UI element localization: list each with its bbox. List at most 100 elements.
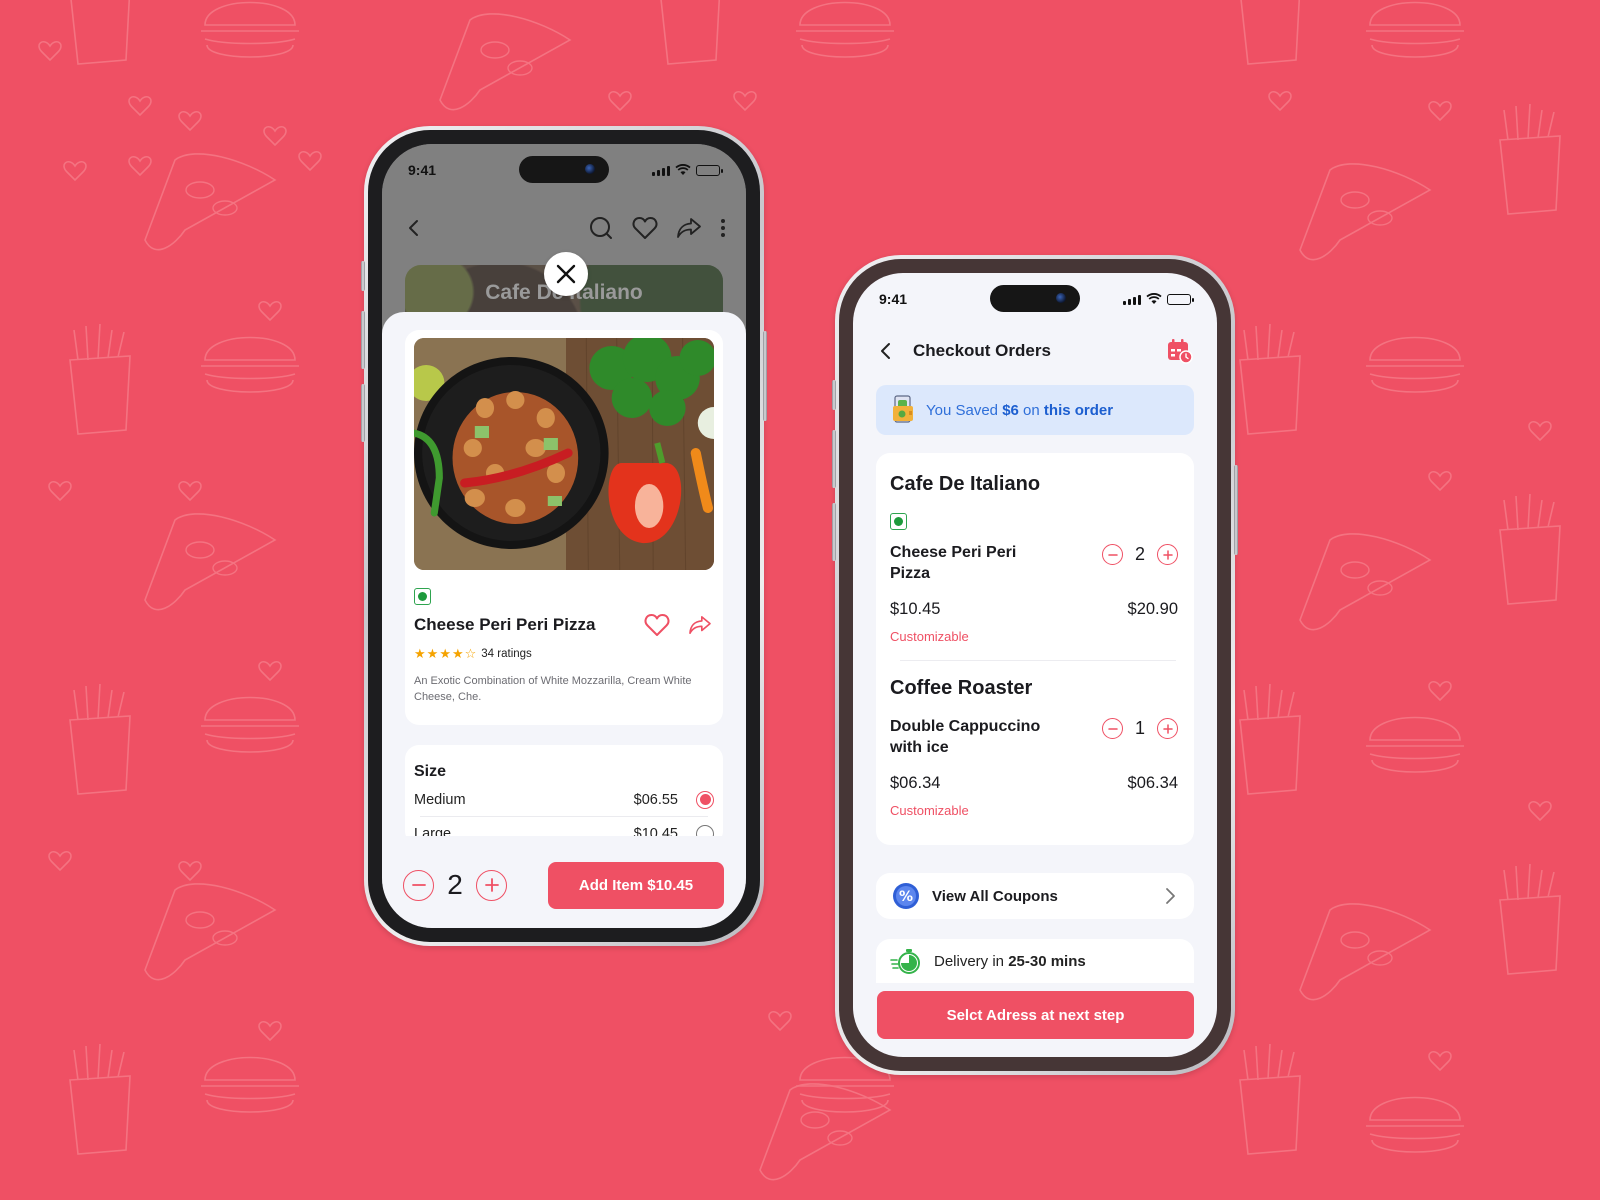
- select-address-button[interactable]: Selct Adress at next step: [877, 991, 1194, 1039]
- size-option-large[interactable]: Large $10.45: [414, 817, 714, 836]
- delivery-prefix: Delivery in: [934, 952, 1009, 970]
- savings-text: You Saved $6 on this order: [926, 402, 1113, 419]
- customizable-link[interactable]: Customizable: [890, 629, 1178, 644]
- favorite-heart-icon[interactable]: [644, 613, 670, 637]
- increase-quantity-button[interactable]: [476, 869, 507, 901]
- delivery-text: Delivery in 25-30 mins: [934, 953, 1086, 970]
- size-options-card: Size Medium $06.55 Large $10.45: [405, 745, 723, 836]
- quantity-value: 1: [1134, 718, 1145, 738]
- increase-quantity-button[interactable]: [1157, 544, 1178, 565]
- ratings-count: 34 ratings: [481, 647, 532, 660]
- star-rating: ★ ★ ★ ★ ☆: [414, 647, 476, 660]
- volume-down-button: [361, 384, 365, 442]
- size-option-price: $06.55: [633, 791, 678, 808]
- savings-suffix: this order: [1043, 401, 1114, 419]
- total-price: $06.34: [1127, 774, 1178, 792]
- heart-icon[interactable]: [632, 216, 658, 240]
- add-item-bar: 2 Add Item $10.45: [403, 861, 724, 909]
- top-navigation-bar: [404, 212, 726, 244]
- item-name: Double Cappuccino with ice: [890, 718, 1041, 756]
- size-radio-large[interactable]: [696, 824, 714, 836]
- order-group-cafe-de-italiano: Cafe De Italiano Cheese Peri Peri Pizza …: [890, 473, 1178, 644]
- quantity-stepper: 1: [1102, 718, 1178, 739]
- wallet-icon: [893, 395, 913, 423]
- savings-prefix: You Saved: [926, 401, 1003, 419]
- dynamic-island: [519, 156, 609, 183]
- star-filled-icon: ★: [451, 646, 464, 661]
- savings-amount: $6: [1002, 401, 1019, 419]
- dish-detail-screen: 9:41 Cafe De Italiano Cheese Peri Peri P…: [382, 144, 746, 928]
- battery-icon: [696, 164, 723, 176]
- power-button: [763, 331, 767, 421]
- plus-icon: [484, 878, 499, 892]
- wifi-icon: [1146, 293, 1162, 304]
- calendar-clock-icon[interactable]: [1167, 338, 1193, 364]
- share-icon[interactable]: [676, 217, 702, 239]
- dish-photo: [414, 338, 714, 570]
- plus-icon: [1162, 723, 1173, 734]
- dish-bottom-sheet: Cheese Peri Peri Pizza ★ ★ ★ ★ ☆ 34 rati…: [382, 312, 746, 928]
- coupon-percent-icon: %: [893, 883, 919, 909]
- size-option-price: $10.45: [633, 825, 678, 837]
- quantity-value: 2: [1134, 544, 1145, 564]
- decrease-quantity-button[interactable]: [1102, 718, 1123, 739]
- stopwatch-icon: [890, 949, 920, 974]
- delivery-time-row: Delivery in 25-30 mins: [876, 939, 1194, 983]
- minus-icon: [1107, 727, 1118, 730]
- order-group-coffee-roaster: Coffee Roaster Double Cappuccino with ic…: [890, 677, 1178, 818]
- status-icons: [652, 164, 723, 176]
- back-icon[interactable]: [404, 218, 424, 238]
- unit-price: $06.34: [890, 774, 941, 792]
- veg-indicator-icon: [414, 588, 431, 605]
- customizable-link[interactable]: Customizable: [890, 803, 1178, 818]
- dish-rating: ★ ★ ★ ★ ☆ 34 ratings: [414, 647, 714, 660]
- svg-text:%: %: [899, 889, 913, 905]
- add-item-button[interactable]: Add Item $10.45: [548, 861, 724, 909]
- wifi-icon: [675, 164, 691, 175]
- view-all-coupons-row[interactable]: % View All Coupons: [876, 873, 1194, 919]
- power-button: [1234, 465, 1238, 555]
- decrease-quantity-button[interactable]: [1102, 544, 1123, 565]
- total-price: $20.90: [1127, 600, 1178, 618]
- price-row: $06.34 $06.34: [890, 774, 1178, 793]
- checkout-header: Checkout Orders: [877, 333, 1193, 369]
- veg-indicator-icon: [890, 513, 907, 530]
- dish-card: Cheese Peri Peri Pizza ★ ★ ★ ★ ☆ 34 rati…: [405, 330, 723, 725]
- increase-quantity-button[interactable]: [1157, 718, 1178, 739]
- size-radio-medium[interactable]: [696, 790, 714, 809]
- quantity-value: 2: [447, 869, 463, 900]
- savings-middle: on: [1018, 401, 1044, 419]
- coupons-label: View All Coupons: [932, 887, 1058, 905]
- divider: [900, 660, 1176, 661]
- decrease-quantity-button[interactable]: [403, 869, 434, 901]
- plus-icon: [1162, 549, 1173, 560]
- sheet-scroll-area[interactable]: Cheese Peri Peri Pizza ★ ★ ★ ★ ☆ 34 rati…: [382, 312, 746, 836]
- cellular-signal-icon: [1123, 294, 1141, 305]
- back-icon[interactable]: [877, 341, 895, 361]
- dynamic-island: [990, 285, 1080, 312]
- order-items-card: Cafe De Italiano Cheese Peri Peri Pizza …: [876, 453, 1194, 845]
- minus-icon: [1107, 553, 1118, 556]
- search-icon[interactable]: [588, 215, 614, 241]
- unit-price: $10.45: [890, 600, 941, 618]
- size-option-medium[interactable]: Medium $06.55: [414, 783, 714, 816]
- volume-down-button: [832, 503, 836, 561]
- close-sheet-button[interactable]: [544, 252, 588, 296]
- checkout-screen: 9:41 Checkout Orders You Saved $6 on thi…: [853, 273, 1217, 1057]
- star-outline-icon: ☆: [464, 646, 477, 661]
- order-item: Double Cappuccino with ice 1: [890, 716, 1178, 758]
- volume-up-button: [361, 311, 365, 369]
- star-filled-icon: ★: [426, 646, 439, 661]
- savings-banner: You Saved $6 on this order: [876, 385, 1194, 435]
- quantity-stepper: 2: [403, 869, 507, 901]
- page-title: Checkout Orders: [913, 341, 1051, 360]
- phone-mockup-dish-detail: 9:41 Cafe De Italiano Cheese Peri Peri P…: [361, 126, 767, 946]
- price-row: $10.45 $20.90: [890, 600, 1178, 619]
- more-vertical-icon[interactable]: [720, 218, 726, 238]
- background-doodle-pattern: [0, 0, 1600, 1200]
- share-dish-icon[interactable]: [688, 615, 712, 635]
- size-option-label: Medium: [414, 791, 466, 808]
- size-option-label: Large: [414, 825, 452, 837]
- volume-up-button: [832, 430, 836, 488]
- status-icons: [1123, 293, 1194, 305]
